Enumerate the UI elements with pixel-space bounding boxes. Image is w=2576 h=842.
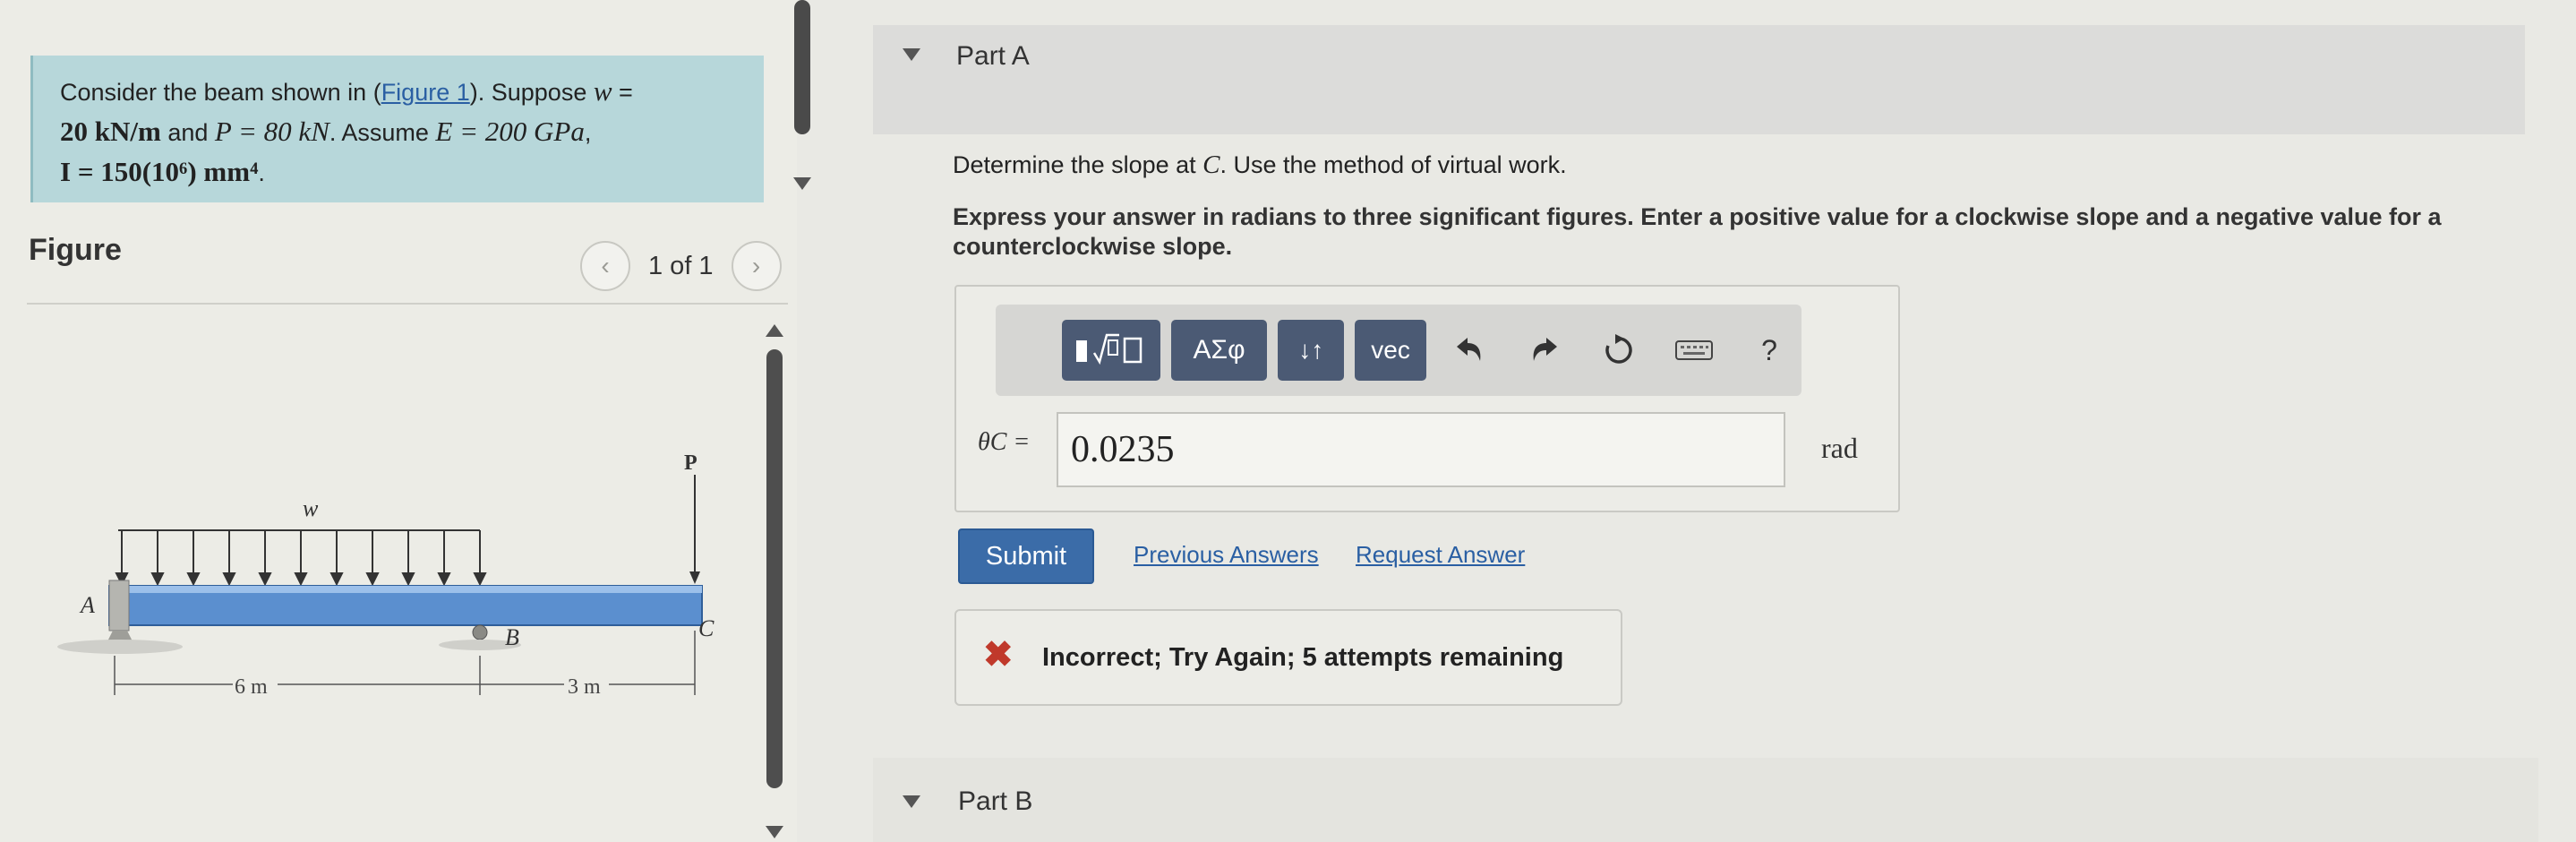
problem-scrollbar[interactable] [794, 0, 810, 134]
chevron-right-icon: › [751, 252, 761, 279]
reset-button[interactable] [1588, 320, 1652, 381]
part-a-header[interactable] [873, 25, 2525, 134]
dim-label-6m: 6 m [235, 675, 268, 699]
figure-scrollbar[interactable] [766, 349, 783, 788]
figure-link[interactable]: Figure 1 [381, 79, 470, 106]
i-value: I = 150(10⁶) mm⁴ [60, 156, 259, 187]
problem-text-1: Consider the beam shown in ( [60, 79, 381, 106]
and-text: and [160, 119, 215, 146]
question-text: Determine the slope at C. Use the method… [953, 150, 1567, 180]
figure-scroll-up-arrow-icon[interactable] [766, 324, 783, 337]
dim-label-3m: 3 m [568, 675, 601, 699]
part-b-expand-icon[interactable] [903, 795, 920, 808]
subscript-superscript-button[interactable]: ↓↑ [1278, 320, 1345, 381]
next-figure-button[interactable]: › [731, 241, 782, 291]
request-answer-link[interactable]: Request Answer [1356, 541, 1525, 569]
w-symbol: w [593, 75, 612, 107]
b-label: B [505, 624, 519, 650]
figure-heading: Figure [29, 233, 122, 267]
keyboard-button[interactable] [1662, 320, 1726, 381]
e-value: E = 200 GPa [435, 116, 585, 147]
answer-input[interactable]: 0.0235 [1057, 412, 1785, 487]
part-a-collapse-icon[interactable] [903, 48, 920, 61]
feedback-text: Incorrect; Try Again; 5 attempts remaini… [1042, 643, 1564, 672]
previous-answers-link[interactable]: Previous Answers [1134, 541, 1319, 569]
part-b-header[interactable] [873, 758, 2538, 842]
reset-icon [1605, 334, 1633, 364]
templates-button[interactable] [1062, 320, 1160, 381]
prev-figure-button[interactable]: ‹ [580, 241, 630, 291]
figure-scroll-down-arrow-icon[interactable] [766, 826, 783, 838]
p-label: P [684, 451, 697, 475]
p-value: P = 80 kN [214, 116, 329, 147]
figure-pager: ‹ 1 of 1 › [580, 241, 782, 291]
point-load-arrowhead [689, 571, 700, 584]
answer-label: θC = [978, 428, 1031, 456]
problem-statement: Consider the beam shown in (Figure 1). S… [30, 56, 764, 202]
c-label: C [698, 615, 715, 641]
support-a-block [108, 580, 130, 632]
problem-text-2: ). Suppose [469, 79, 594, 106]
undo-icon [1456, 338, 1481, 361]
undo-button[interactable] [1437, 320, 1502, 381]
question-post: . Use the method of virtual work. [1220, 151, 1567, 178]
comma: , [584, 119, 592, 146]
beam-figure: w P A B C 6 m 3 m [57, 451, 715, 699]
help-button[interactable]: ? [1737, 320, 1801, 381]
figure-page-count: 1 of 1 [648, 251, 714, 280]
redo-button[interactable] [1512, 320, 1577, 381]
distributed-load-arrows [115, 530, 487, 587]
submit-button[interactable]: Submit [958, 528, 1094, 584]
question-pre: Determine the slope at [953, 151, 1203, 178]
scroll-down-arrow-icon[interactable] [793, 177, 811, 190]
templates-icon [1075, 333, 1143, 365]
answer-instructions: Express your answer in radians to three … [953, 203, 2442, 260]
assume-text: . Assume [329, 119, 436, 146]
chevron-left-icon: ‹ [601, 252, 610, 279]
keyboard-icon [1675, 340, 1714, 360]
w-value: 20 kN/m [60, 116, 161, 147]
ground-a [57, 640, 183, 654]
question-symbol: C [1202, 150, 1220, 179]
part-b-title: Part B [958, 786, 1033, 816]
a-label: A [79, 592, 95, 618]
problem-text: Consider the beam shown in (Figure 1). S… [60, 72, 749, 193]
part-a-title: Part A [956, 41, 1030, 71]
w-label: w [303, 495, 319, 521]
math-toolbar: ΑΣφ ↓↑ vec ? [996, 305, 1801, 396]
answer-unit: rad [1821, 432, 1858, 464]
greek-symbols-button[interactable]: ΑΣφ [1170, 320, 1268, 381]
equals-sign: = [612, 79, 633, 106]
figure-divider [27, 303, 788, 305]
incorrect-icon: ✖ [983, 635, 1014, 674]
period: . [258, 159, 265, 186]
support-b-roller [472, 624, 488, 640]
vector-button[interactable]: vec [1355, 320, 1426, 381]
redo-icon [1533, 338, 1557, 361]
beam-highlight [109, 586, 702, 593]
